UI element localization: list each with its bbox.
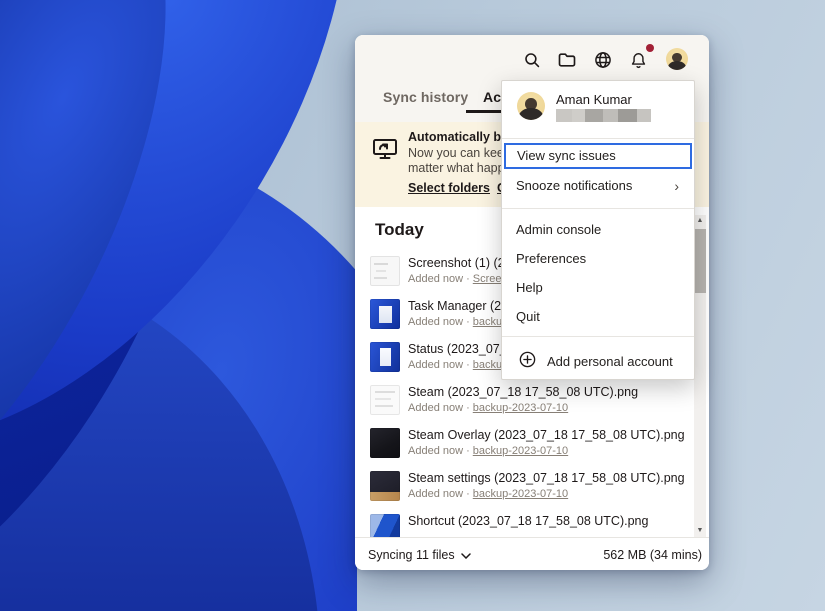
account-avatar <box>517 92 545 120</box>
file-folder-link[interactable]: backup-2023-07-10 <box>473 488 568 500</box>
file-title: Steam Overlay (2023_07_18 17_58_08 UTC).… <box>408 428 690 442</box>
redacted-email <box>556 109 651 122</box>
plus-circle-icon <box>518 350 537 372</box>
file-row[interactable]: Steam settings (2023_07_18 17_58_08 UTC)… <box>355 470 695 510</box>
file-status: Added now · <box>408 445 470 457</box>
menu-item-snooze-notifications[interactable]: Snooze notifications › <box>503 173 693 199</box>
menu-divider <box>502 336 694 337</box>
menu-item-add-personal-account[interactable]: Add personal account <box>503 344 693 378</box>
section-header-today: Today <box>375 220 424 240</box>
user-name: Aman Kumar <box>556 92 632 107</box>
file-row[interactable]: Shortcut (2023_07_18 17_58_08 UTC).png <box>355 513 695 537</box>
file-thumbnail <box>370 342 400 372</box>
sync-usage-text: 562 MB (34 mins) <box>603 548 702 562</box>
menu-item-view-sync-issues[interactable]: View sync issues <box>504 143 692 169</box>
desktop-wallpaper <box>0 0 357 611</box>
notification-badge <box>646 44 654 52</box>
account-avatar[interactable] <box>666 48 688 70</box>
file-folder-link[interactable]: backup-2023-07-10 <box>473 402 568 414</box>
file-status: Added now · <box>408 359 470 371</box>
account-menu: Aman Kumar View sync issues Snooze notif… <box>501 80 695 380</box>
sync-status-dropdown[interactable]: Syncing 11 files <box>368 548 471 562</box>
file-status: Added now · <box>408 488 470 500</box>
file-thumbnail <box>370 256 400 286</box>
file-title: Shortcut (2023_07_18 17_58_08 UTC).png <box>408 514 690 528</box>
menu-item-help[interactable]: Help <box>503 275 693 301</box>
menu-divider <box>502 138 694 139</box>
backup-monitor-icon <box>371 135 399 168</box>
file-status: Added now · <box>408 402 470 414</box>
menu-item-preferences[interactable]: Preferences <box>503 246 693 272</box>
file-folder-link[interactable]: backup-2023-07-10 <box>473 445 568 457</box>
chevron-down-icon <box>461 548 471 562</box>
menu-item-admin-console[interactable]: Admin console <box>503 217 693 243</box>
list-scrollbar[interactable]: ▲ ▼ <box>694 215 706 537</box>
file-thumbnail <box>370 471 400 501</box>
file-status: Added now · <box>408 273 470 285</box>
file-thumbnail <box>370 299 400 329</box>
file-row[interactable]: Steam (2023_07_18 17_58_08 UTC).png Adde… <box>355 384 695 424</box>
status-bar: Syncing 11 files 562 MB (34 mins) <box>355 537 709 570</box>
search-icon[interactable] <box>521 49 543 71</box>
tab-sync-history[interactable]: Sync history <box>383 89 468 105</box>
notifications-bell-icon[interactable] <box>627 49 649 71</box>
file-thumbnail <box>370 514 400 537</box>
file-title: Steam (2023_07_18 17_58_08 UTC).png <box>408 385 690 399</box>
scroll-up-button[interactable]: ▲ <box>694 215 706 227</box>
file-row[interactable]: Steam Overlay (2023_07_18 17_58_08 UTC).… <box>355 427 695 467</box>
folder-icon[interactable] <box>556 49 578 71</box>
file-thumbnail <box>370 428 400 458</box>
scrollbar-thumb[interactable] <box>694 229 706 293</box>
menu-divider <box>502 208 694 209</box>
menu-item-quit[interactable]: Quit <box>503 304 693 330</box>
file-title: Steam settings (2023_07_18 17_58_08 UTC)… <box>408 471 690 485</box>
file-thumbnail <box>370 385 400 415</box>
file-status: Added now · <box>408 316 470 328</box>
globe-icon[interactable] <box>592 49 614 71</box>
submenu-chevron-icon: › <box>674 173 679 199</box>
scroll-down-button[interactable]: ▼ <box>694 525 706 537</box>
sync-status-text: Syncing 11 files <box>368 548 455 562</box>
select-folders-link[interactable]: Select folders <box>408 181 490 195</box>
